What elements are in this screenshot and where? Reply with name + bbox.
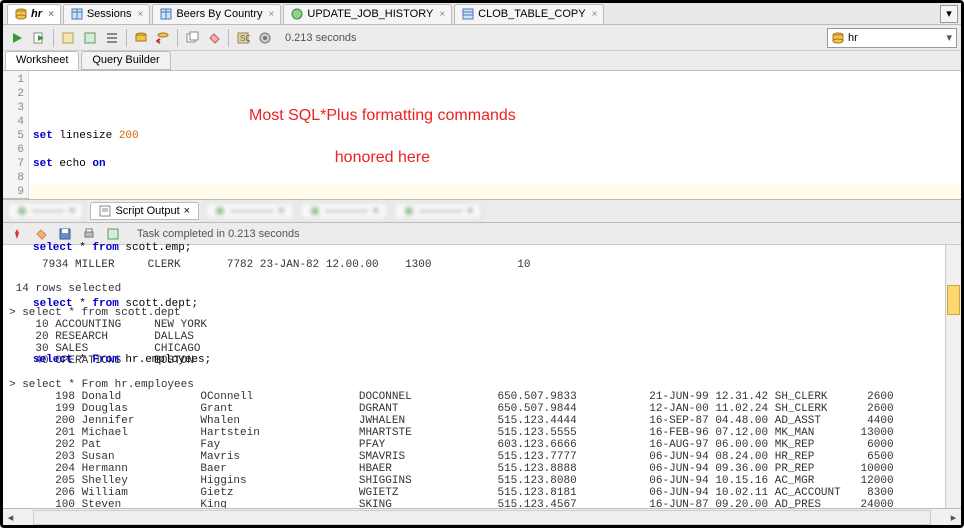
- tab-beers[interactable]: Beers By Country ×: [152, 4, 281, 24]
- schema-dropdown[interactable]: hr ▾: [827, 28, 957, 48]
- chevron-down-icon: ▾: [946, 31, 952, 44]
- grid-icon: [70, 7, 84, 21]
- clear-button[interactable]: [204, 28, 224, 48]
- svg-text:SQL: SQL: [240, 34, 250, 43]
- line-gutter: 123456789: [3, 71, 29, 198]
- run-script-button[interactable]: [29, 28, 49, 48]
- horizontal-scrollbar[interactable]: ◂ ▸: [3, 508, 961, 525]
- subtab-query-builder[interactable]: Query Builder: [81, 51, 170, 70]
- sql-tuning-button[interactable]: [102, 28, 122, 48]
- tab-label: UPDATE_JOB_HISTORY: [307, 8, 433, 20]
- unshared-button[interactable]: [182, 28, 202, 48]
- proc-icon: [290, 7, 304, 21]
- pin-button[interactable]: [7, 224, 27, 244]
- close-icon[interactable]: ×: [439, 9, 445, 20]
- tab-label: Sessions: [87, 8, 132, 20]
- close-icon[interactable]: ×: [137, 9, 143, 20]
- close-icon[interactable]: ×: [48, 9, 54, 20]
- tab-sessions[interactable]: Sessions ×: [63, 4, 150, 24]
- file-tabs: hr × Sessions × Beers By Country × UPDAT…: [3, 3, 961, 25]
- close-icon[interactable]: ×: [592, 9, 598, 20]
- autotrace-button[interactable]: [80, 28, 100, 48]
- options-button[interactable]: [255, 28, 275, 48]
- run-button[interactable]: [7, 28, 27, 48]
- annotation-text: Most SQL*Plus formatting commands honore…: [249, 81, 516, 193]
- tab-label: Beers By Country: [176, 8, 262, 20]
- worksheet-subtabs: Worksheet Query Builder: [3, 51, 961, 71]
- commit-button[interactable]: [131, 28, 151, 48]
- grid-icon: [159, 7, 173, 21]
- close-icon[interactable]: ×: [269, 9, 275, 20]
- tab-clob[interactable]: CLOB_TABLE_COPY ×: [454, 4, 604, 24]
- table-icon: [461, 7, 475, 21]
- worksheet-toolbar: SQL 0.213 seconds hr ▾: [3, 25, 961, 51]
- schema-name: hr: [848, 32, 858, 44]
- explain-plan-button[interactable]: [58, 28, 78, 48]
- tabs-overflow-button[interactable]: ▾: [940, 5, 958, 23]
- db-icon: [14, 7, 28, 21]
- history-button[interactable]: SQL: [233, 28, 253, 48]
- db-icon: [832, 32, 844, 44]
- tab-label: CLOB_TABLE_COPY: [478, 8, 585, 20]
- tab-update-job[interactable]: UPDATE_JOB_HISTORY ×: [283, 4, 452, 24]
- subtab-worksheet[interactable]: Worksheet: [5, 51, 79, 70]
- rollback-button[interactable]: [153, 28, 173, 48]
- tab-hr[interactable]: hr ×: [7, 4, 61, 24]
- timing-label: 0.213 seconds: [285, 32, 357, 44]
- sql-editor[interactable]: 123456789 set linesize 200 set echo on s…: [3, 71, 961, 199]
- tab-label: hr: [31, 8, 42, 20]
